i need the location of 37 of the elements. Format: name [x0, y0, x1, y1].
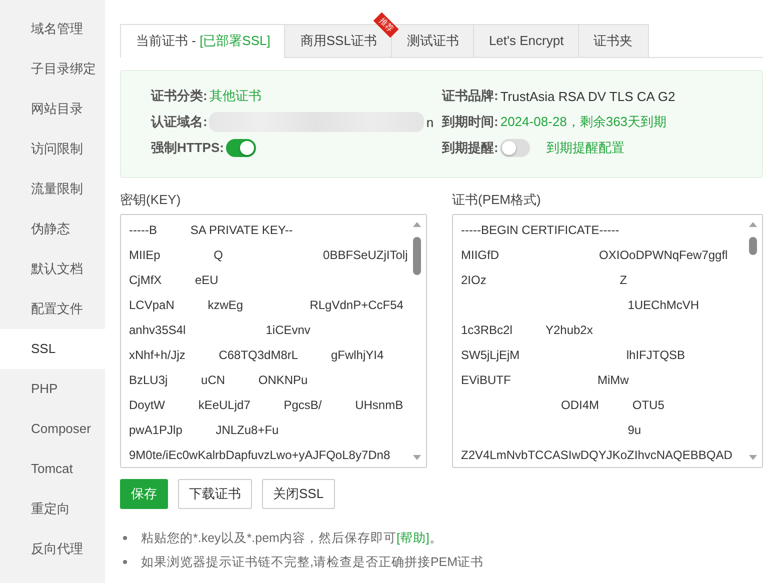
sidebar-item[interactable]: 反向代理: [0, 529, 105, 569]
sidebar-item[interactable]: 域名管理: [0, 9, 105, 49]
bullet-icon: [123, 560, 127, 564]
field-label: 证书分类:: [151, 87, 208, 105]
field-label: 密钥(KEY): [120, 192, 182, 208]
field-label: 强制HTTPS:: [151, 139, 224, 157]
sidebar-item[interactable]: 流量限制: [0, 169, 105, 209]
sidebar-item[interactable]: 默认文档: [0, 249, 105, 289]
tab[interactable]: 证书夹: [578, 24, 649, 58]
field-label: 到期提醒:: [442, 139, 498, 157]
sidebar-item[interactable]: 网站目录: [0, 89, 105, 129]
field-label: 认证域名:: [151, 113, 208, 131]
sidebar-item[interactable]: 子目录绑定: [0, 49, 105, 89]
bullet-icon: [123, 536, 127, 540]
field-value: TrustAsia RSA DV TLS CA G2: [500, 88, 676, 104]
button[interactable]: 关闭SSL: [262, 479, 335, 509]
sidebar-item[interactable]: Composer: [0, 409, 105, 449]
field-label: 证书品牌:: [442, 87, 498, 105]
note-text: 如果浏览器提示证书链不完整,请检查是否正确拼接PEM证书: [141, 554, 484, 570]
field-value: 其他证书: [209, 87, 262, 105]
tab[interactable]: 当前证书 - [已部署SSL]: [120, 24, 286, 58]
sidebar-item[interactable]: Tomcat: [0, 449, 105, 489]
field-value: 2024-08-28，剩余363天到期: [500, 113, 667, 131]
sidebar-item[interactable]: PHP: [0, 369, 105, 409]
sidebar-item[interactable]: 重定向: [0, 489, 105, 529]
field-label: 到期时间:: [442, 113, 498, 131]
toggle-switch[interactable]: [226, 139, 256, 157]
sidebar-item[interactable]: 伪静态: [0, 209, 105, 249]
note-text: 粘贴您的*.key以及*.pem内容，然后保存即可[帮助]。: [141, 530, 442, 546]
field-label: 证书(PEM格式): [452, 192, 542, 208]
button[interactable]: 下载证书: [178, 479, 252, 509]
field-value: n: [426, 114, 434, 130]
sidebar-item[interactable]: SSL: [0, 329, 105, 369]
tab[interactable]: Let's Encrypt: [472, 24, 580, 58]
sidebar-item[interactable]: 配置文件: [0, 289, 105, 329]
sidebar-item[interactable]: 访问限制: [0, 129, 105, 169]
toggle-switch[interactable]: [500, 139, 530, 157]
